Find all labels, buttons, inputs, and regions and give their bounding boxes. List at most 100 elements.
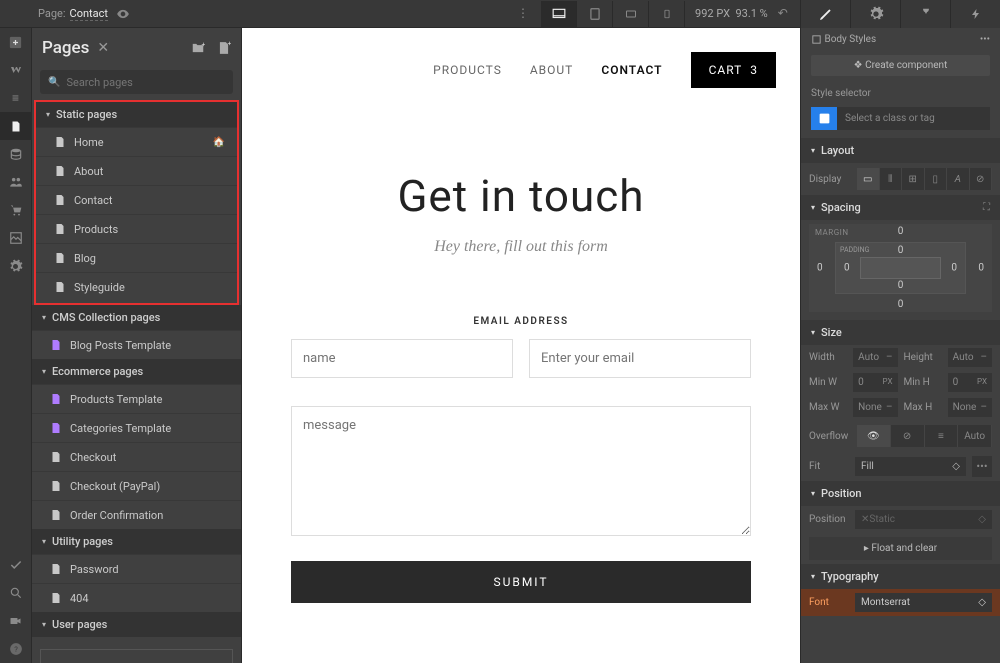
page-home[interactable]: Home🏠 <box>36 127 237 156</box>
site-nav: PRODUCTS ABOUT CONTACT CART 3 <box>242 40 800 100</box>
display-inline-block-icon[interactable]: ▯ <box>925 168 948 190</box>
page-label: Page: <box>38 7 66 20</box>
overflow-scroll-icon[interactable]: ≡ <box>925 425 959 447</box>
position-section[interactable]: ▾Position <box>801 481 1000 506</box>
assets-icon[interactable] <box>0 224 32 252</box>
preview-icon[interactable] <box>116 7 130 21</box>
add-element-icon[interactable] <box>0 28 32 56</box>
message-textarea[interactable] <box>291 406 751 536</box>
utility-pages-group[interactable]: ▾Utility pages <box>32 529 241 554</box>
hero-title[interactable]: Get in touch <box>262 170 780 222</box>
overflow-hidden-icon[interactable]: ⊘ <box>891 425 925 447</box>
nav-contact[interactable]: CONTACT <box>601 63 662 77</box>
display-block-icon[interactable]: ▭ <box>857 168 880 190</box>
spacing-control[interactable]: MARGIN 0 0 0 0 PADDING 0 0 0 0 <box>809 224 992 312</box>
page-styleguide[interactable]: Styleguide <box>36 272 237 301</box>
layout-section[interactable]: ▾Layout <box>801 138 1000 163</box>
video-icon[interactable] <box>0 607 32 635</box>
cms-icon[interactable] <box>0 140 32 168</box>
style-tab-icon[interactable] <box>800 0 850 28</box>
undo-icon[interactable]: ↶ <box>778 6 794 22</box>
fit-extra-icon[interactable]: ••• <box>972 456 992 477</box>
name-input[interactable] <box>291 339 513 378</box>
font-select[interactable]: Montserrat◇ <box>855 593 992 612</box>
page-checkout[interactable]: Checkout <box>32 442 241 471</box>
page-password[interactable]: Password <box>32 554 241 583</box>
page-contact[interactable]: Contact <box>36 185 237 214</box>
nav-products[interactable]: PRODUCTS <box>433 63 502 77</box>
ecommerce-icon[interactable] <box>0 196 32 224</box>
style-panel: Body Styles ••• ❖ Create component Style… <box>800 28 1000 663</box>
page-404[interactable]: 404 <box>32 583 241 612</box>
desktop-bp-icon[interactable] <box>541 1 577 27</box>
height-input[interactable]: Auto– <box>948 348 992 367</box>
page-blog-template[interactable]: Blog Posts Template <box>32 330 241 359</box>
interactions-tab-icon[interactable] <box>950 0 1000 28</box>
page-about[interactable]: About <box>36 156 237 185</box>
page-products[interactable]: Products <box>36 214 237 243</box>
design-canvas[interactable]: PRODUCTS ABOUT CONTACT CART 3 Get in tou… <box>242 28 800 663</box>
spacing-expand-icon[interactable]: ⛶ <box>983 202 990 213</box>
tablet-bp-icon[interactable] <box>577 1 613 27</box>
new-page-icon[interactable]: + <box>217 40 231 56</box>
search-pages-input[interactable] <box>66 76 225 89</box>
display-flex-icon[interactable]: ⫴ <box>880 168 903 190</box>
landscape-bp-icon[interactable] <box>613 1 649 27</box>
display-none-icon[interactable]: ⊘ <box>970 168 993 190</box>
navigator-icon[interactable]: ≡ <box>0 84 32 112</box>
nav-about[interactable]: ABOUT <box>530 63 574 77</box>
style-manager-tab-icon[interactable] <box>900 0 950 28</box>
typography-section[interactable]: ▾Typography <box>801 564 1000 589</box>
audit-icon[interactable] <box>0 551 32 579</box>
display-inline-icon[interactable]: A <box>947 168 970 190</box>
hero-subtitle[interactable]: Hey there, fill out this form <box>262 238 780 256</box>
size-section[interactable]: ▾Size <box>801 320 1000 345</box>
close-panel-icon[interactable]: ✕ <box>97 40 109 56</box>
more-icon[interactable]: ⋮ <box>517 6 533 22</box>
selector-type-icon[interactable] <box>811 107 837 130</box>
svg-text:+: + <box>228 40 232 48</box>
page-categories-template[interactable]: Categories Template <box>32 413 241 442</box>
static-pages-group[interactable]: ▾Static pages <box>36 102 237 127</box>
maxh-input[interactable]: None– <box>948 398 992 417</box>
spacing-section[interactable]: ▾Spacing⛶ <box>801 195 1000 220</box>
page-products-template[interactable]: Products Template <box>32 384 241 413</box>
page-order-confirmation[interactable]: Order Confirmation <box>32 500 241 529</box>
search-pages[interactable]: 🔍 <box>40 70 233 94</box>
settings-tab-icon[interactable] <box>850 0 900 28</box>
overflow-auto[interactable]: Auto <box>958 425 992 447</box>
body-styles-menu-icon[interactable]: ••• <box>980 34 990 45</box>
class-selector-input[interactable]: Select a class or tag <box>837 107 990 130</box>
page-checkout-paypal[interactable]: Checkout (PayPal) <box>32 471 241 500</box>
help-icon[interactable]: ? <box>0 635 32 663</box>
nav-cart[interactable]: CART 3 <box>691 52 776 88</box>
new-folder-icon[interactable]: + <box>189 41 207 55</box>
ecommerce-pages-group[interactable]: ▾Ecommerce pages <box>32 359 241 384</box>
overflow-visible-icon[interactable]: 👁 <box>857 425 891 447</box>
submit-button[interactable]: SUBMIT <box>291 561 751 603</box>
page-blog[interactable]: Blog <box>36 243 237 272</box>
email-label[interactable]: EMAIL ADDRESS <box>291 316 751 327</box>
project-settings-icon[interactable] <box>0 252 32 280</box>
search-icon: 🔍 <box>48 77 60 88</box>
static-pages-highlight: ▾Static pages Home🏠 About Contact Produc… <box>34 100 239 305</box>
minw-input[interactable]: 0PX <box>853 373 897 392</box>
mobile-bp-icon[interactable] <box>649 1 685 27</box>
pages-panel: Pages ✕ + + 🔍 ▾Static pages Home🏠 About … <box>32 28 242 663</box>
users-icon[interactable] <box>0 168 32 196</box>
minh-input[interactable]: 0PX <box>948 373 992 392</box>
pages-icon[interactable] <box>0 112 32 140</box>
fit-select[interactable]: Fill◇ <box>855 457 966 476</box>
display-grid-icon[interactable]: ⊞ <box>902 168 925 190</box>
float-clear-button[interactable]: ▸ Float and clear <box>809 537 992 560</box>
current-page-name[interactable]: Contact <box>70 7 108 21</box>
user-pages-group[interactable]: ▾User pages <box>32 612 241 637</box>
email-input[interactable] <box>529 339 751 378</box>
logo-icon[interactable] <box>0 56 32 84</box>
maxw-input[interactable]: None– <box>853 398 897 417</box>
search-rail-icon[interactable] <box>0 579 32 607</box>
cms-pages-group[interactable]: ▾CMS Collection pages <box>32 305 241 330</box>
position-select[interactable]: ✕ Static◇ <box>855 510 992 529</box>
create-component-button[interactable]: ❖ Create component <box>811 55 990 76</box>
width-input[interactable]: Auto– <box>853 348 897 367</box>
